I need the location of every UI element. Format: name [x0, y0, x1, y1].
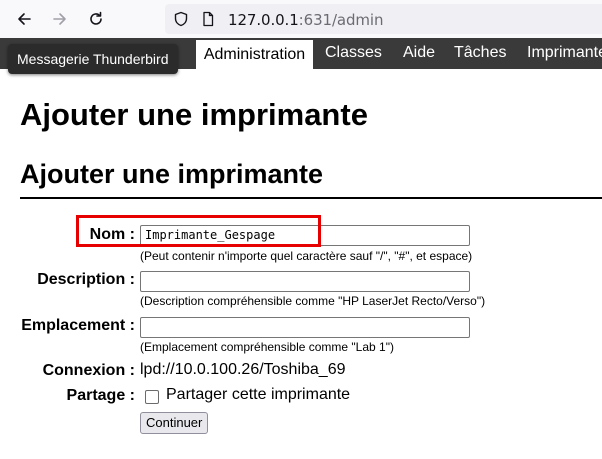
location-input[interactable]	[140, 317, 470, 338]
continue-button[interactable]: Continuer	[140, 412, 209, 434]
name-input[interactable]: Imprimante_Gespage	[140, 225, 470, 246]
address-bar[interactable]: 127.0.0.1:631/admin	[165, 4, 602, 34]
url-text[interactable]: 127.0.0.1:631/admin	[228, 11, 384, 29]
share-printer-checkbox[interactable]	[145, 390, 159, 404]
shield-icon[interactable]	[173, 11, 189, 27]
description-input[interactable]	[140, 271, 470, 292]
location-label: Emplacement :	[21, 317, 135, 334]
reload-icon[interactable]	[86, 9, 106, 29]
tab-imprimantes[interactable]: Imprimantes	[527, 38, 602, 69]
tab-taches[interactable]: Tâches	[454, 38, 506, 69]
share-printer-label[interactable]: Partager cette imprimante	[166, 386, 350, 404]
tooltip-thunderbird: Messagerie Thunderbird	[8, 44, 178, 74]
page-info-icon[interactable]	[200, 11, 216, 27]
browser-toolbar: 127.0.0.1:631/admin	[0, 0, 602, 39]
name-label: Nom :	[89, 226, 135, 243]
location-hint: (Emplacement compréhensible comme "Lab 1…	[140, 340, 394, 354]
url-path: :631/admin	[298, 11, 384, 29]
connection-label: Connexion :	[42, 362, 135, 379]
sharing-label: Partage :	[66, 387, 135, 404]
tab-administration[interactable]: Administration	[196, 38, 313, 69]
tab-classes[interactable]: Classes	[325, 38, 382, 69]
connection-value: lpd://10.0.100.26/Toshiba_69	[140, 361, 346, 378]
forward-arrow-icon[interactable]	[50, 9, 70, 29]
page-title: Ajouter une imprimante	[20, 97, 368, 132]
section-title: Ajouter une imprimante	[20, 159, 324, 189]
description-hint: (Description compréhensible comme "HP La…	[140, 294, 486, 308]
name-hint: (Peut contenir n'importe quel caractère …	[140, 249, 473, 263]
back-arrow-icon[interactable]	[14, 9, 34, 29]
section-divider	[20, 197, 602, 199]
description-label: Description :	[37, 271, 135, 288]
tab-aide[interactable]: Aide	[403, 38, 435, 69]
url-host: 127.0.0.1	[228, 11, 299, 29]
